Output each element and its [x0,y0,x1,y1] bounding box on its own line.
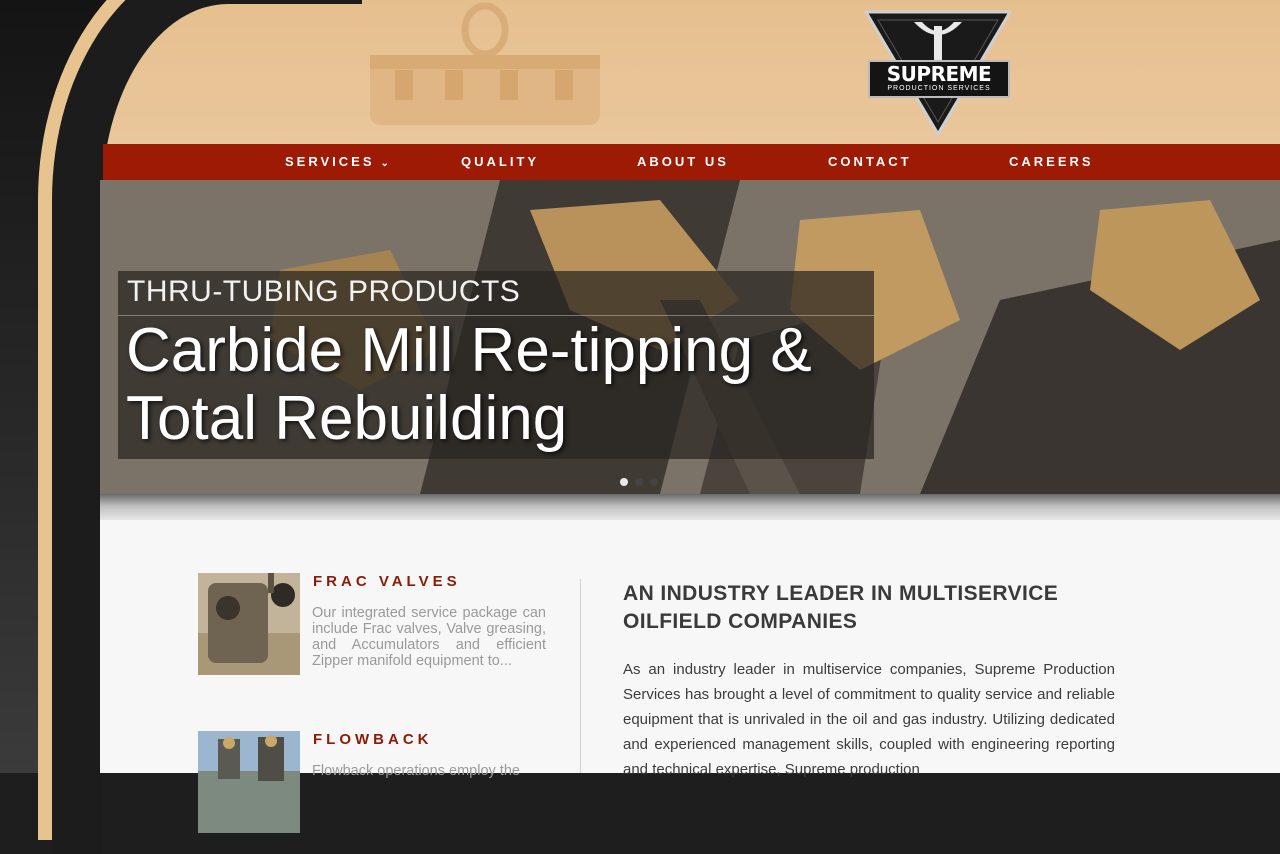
chevron-down-icon: ⌄ [380,158,389,169]
nav-item-services[interactable]: SERVICES ⌄ [285,144,389,180]
content-divider [580,579,581,773]
hero-headline: Carbide Mill Re-tipping & Total Rebuildi… [126,316,812,453]
service-title[interactable]: FRAC VALVES [313,573,461,590]
service-description: Our integrated service package can inclu… [312,605,546,669]
main-navigation: SERVICES ⌄ QUALITY ABOUT US CONTACT CAREE… [103,144,1280,180]
intro-body: As an industry leader in multiservice co… [623,661,1115,778]
intro-heading: AN INDUSTRY LEADER IN MULTISERVICE OILFI… [623,582,1059,633]
service-description: Flowback operations employ the [312,763,520,779]
slider-dots [620,473,665,486]
nav-item-about-us[interactable]: ABOUT US [637,144,729,180]
slider-dot-2[interactable] [635,478,643,486]
service-flowback[interactable]: FLOWBACK Flowback operations employ the [198,731,546,833]
slider-dot-1[interactable] [620,478,628,486]
flowback-thumbnail[interactable] [198,731,300,833]
service-title[interactable]: FLOWBACK [313,731,432,748]
slider-dot-3[interactable] [650,478,658,486]
mill-silhouette-image [370,2,600,125]
logo-subtitle: PRODUCTION SERVICES [887,85,991,92]
nav-item-contact[interactable]: CONTACT [828,144,912,180]
hero-caption: THRU-TUBING PRODUCTS Carbide Mill Re-tip… [118,271,874,459]
nav-label: SERVICES [285,154,375,169]
hero-eyebrow: THRU-TUBING PRODUCTS [127,275,521,308]
nav-item-careers[interactable]: CAREERS [1009,144,1094,180]
main-content: FRAC VALVES Our integrated service packa… [100,520,1280,833]
logo-wordmark: SUPREME PRODUCTION SERVICES [868,60,1010,98]
hero-slider[interactable]: THRU-TUBING PRODUCTS Carbide Mill Re-tip… [100,180,1280,494]
nav-item-quality[interactable]: QUALITY [461,144,539,180]
frac-valves-thumbnail[interactable] [198,573,300,675]
service-frac-valves[interactable]: FRAC VALVES Our integrated service packa… [198,573,546,683]
logo-name: SUPREME [886,62,992,86]
